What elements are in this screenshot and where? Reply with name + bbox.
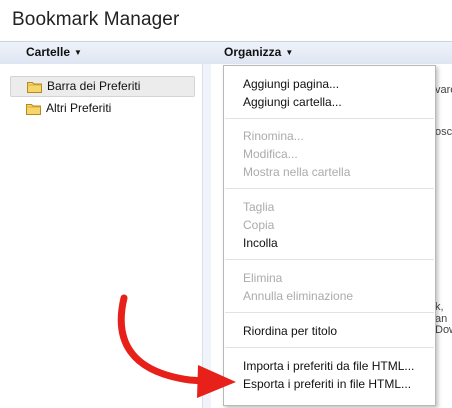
folders-menu-label: Cartelle (26, 45, 71, 59)
menu-item-edit[interactable]: Modifica... (243, 147, 298, 161)
folder-item-other-bookmarks[interactable]: Altri Preferiti (10, 99, 194, 118)
menu-item-rename[interactable]: Rinomina... (243, 129, 304, 143)
folder-icon (26, 103, 41, 115)
menu-item-export-html[interactable]: Esporta i preferiti in file HTML... (243, 377, 411, 391)
pane-splitter[interactable] (202, 64, 211, 408)
caret-down-icon: ▼ (285, 48, 294, 57)
menu-item-paste[interactable]: Incolla (243, 236, 278, 250)
menu-item-add-page[interactable]: Aggiungi pagina... (243, 77, 339, 91)
menu-item-add-folder[interactable]: Aggiungi cartella... (243, 95, 342, 109)
menu-item-cut[interactable]: Taglia (243, 200, 274, 214)
menu-item-import-html[interactable]: Importa i preferiti da file HTML... (243, 359, 414, 373)
folder-label: Barra dei Preferiti (47, 79, 141, 93)
folder-tree: Barra dei Preferiti Altri Preferiti (0, 64, 202, 408)
menu-separator (225, 188, 434, 189)
list-peek-text: k, an (435, 301, 448, 325)
list-peek-text: vare (435, 84, 452, 96)
menu-separator (225, 347, 434, 348)
menu-item-show-in-folder[interactable]: Mostra nella cartella (243, 165, 350, 179)
organize-menu-label: Organizza (224, 45, 282, 59)
organize-menu-button[interactable]: Organizza ▼ (224, 45, 293, 59)
caret-down-icon: ▼ (74, 48, 82, 57)
organize-dropdown-menu: Aggiungi pagina... Aggiungi cartella... … (223, 65, 436, 406)
menu-item-undo-delete[interactable]: Annulla eliminazione (243, 289, 353, 303)
menu-item-sort-by-title[interactable]: Riordina per titolo (243, 324, 337, 338)
list-peek-text: Dow (435, 324, 452, 336)
menu-separator (225, 259, 434, 260)
folder-item-bookmarks-bar[interactable]: Barra dei Preferiti (10, 76, 195, 97)
app-title: Bookmark Manager (12, 9, 180, 30)
toolbar: Cartelle ▼ Organizza ▼ (0, 41, 452, 65)
menu-separator (225, 118, 434, 119)
menu-separator (225, 312, 434, 313)
folder-label: Altri Preferiti (46, 101, 112, 115)
list-peek-text: osca (435, 126, 452, 138)
menu-item-delete[interactable]: Elimina (243, 271, 282, 285)
menu-item-copy[interactable]: Copia (243, 218, 274, 232)
folders-menu-button[interactable]: Cartelle ▼ (26, 45, 82, 59)
folder-icon (27, 81, 42, 93)
